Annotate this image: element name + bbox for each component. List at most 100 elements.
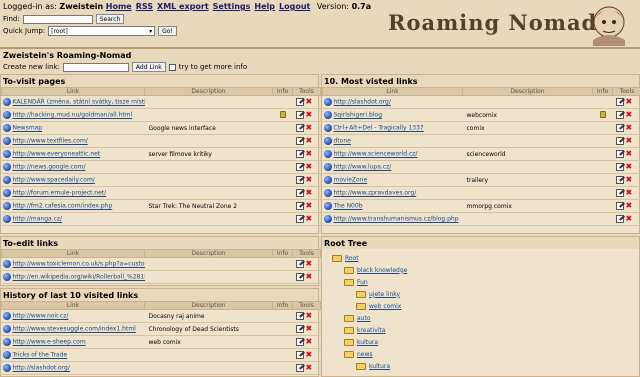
edit-icon[interactable]: [295, 124, 304, 132]
delete-icon[interactable]: ✖: [306, 137, 313, 145]
link-text[interactable]: movieZone: [334, 177, 368, 184]
find-input[interactable]: [22, 14, 93, 24]
edit-icon[interactable]: [295, 325, 304, 333]
edit-icon[interactable]: [295, 215, 304, 223]
edit-icon[interactable]: [615, 215, 624, 223]
delete-icon[interactable]: ✖: [306, 150, 313, 158]
delete-icon[interactable]: ✖: [306, 215, 313, 223]
create-link-input[interactable]: [62, 62, 129, 72]
link-text[interactable]: Ctrl+Alt+Del - Tragically 1337: [334, 125, 424, 132]
tree-node-label[interactable]: auto: [357, 315, 371, 322]
tree-node-label[interactable]: Root: [345, 255, 359, 262]
tree-node-label[interactable]: kreativita: [357, 327, 385, 334]
delete-icon[interactable]: ✖: [306, 111, 313, 119]
link-text[interactable]: http://www.lupa.cz/: [334, 164, 392, 171]
delete-icon[interactable]: ✖: [626, 215, 633, 223]
tree-node-label[interactable]: Fun: [357, 279, 368, 286]
link-text[interactable]: http://slashdot.org/: [334, 99, 391, 106]
delete-icon[interactable]: ✖: [306, 163, 313, 171]
link-text[interactable]: KALENDÁŘ (změna, státní svátky, tisze mí…: [13, 99, 145, 106]
tree-node-label[interactable]: kultura: [369, 363, 390, 370]
delete-icon[interactable]: ✖: [306, 202, 313, 210]
edit-icon[interactable]: [295, 176, 304, 184]
tree-node-label[interactable]: web comix: [369, 303, 401, 310]
delete-icon[interactable]: ✖: [626, 137, 633, 145]
edit-icon[interactable]: [295, 98, 304, 106]
edit-icon[interactable]: [615, 137, 624, 145]
nav-link-logout[interactable]: Logout: [279, 2, 310, 11]
edit-icon[interactable]: [295, 351, 304, 359]
go-button[interactable]: Go!: [158, 26, 177, 36]
link-text[interactable]: http://manga.cz/: [13, 216, 63, 223]
link-text[interactable]: http://www.noir.cz/: [13, 313, 69, 320]
edit-icon[interactable]: [295, 273, 304, 281]
nav-link-xml-export[interactable]: XML export: [157, 2, 209, 11]
edit-icon[interactable]: [615, 111, 624, 119]
delete-icon[interactable]: ✖: [626, 202, 633, 210]
edit-icon[interactable]: [295, 202, 304, 210]
edit-icon[interactable]: [615, 98, 624, 106]
edit-icon[interactable]: [615, 189, 624, 197]
edit-icon[interactable]: [615, 124, 624, 132]
delete-icon[interactable]: ✖: [306, 325, 313, 333]
link-text[interactable]: The N00b: [334, 203, 363, 210]
delete-icon[interactable]: ✖: [306, 189, 313, 197]
delete-icon[interactable]: ✖: [626, 176, 633, 184]
delete-icon[interactable]: ✖: [306, 98, 313, 106]
link-text[interactable]: http://news.google.com/: [13, 164, 86, 171]
tree-node-label[interactable]: news: [357, 351, 373, 358]
link-text[interactable]: http://fm2.cafesia.com/index.php: [13, 203, 113, 210]
edit-icon[interactable]: [295, 111, 304, 119]
link-text[interactable]: http://www.toxiclemon.co.uk/s.php?a=cust…: [13, 261, 145, 268]
link-text[interactable]: http://www.e-sheep.com: [13, 339, 86, 346]
link-text[interactable]: http://www.stevesuggle.com/index1.html: [13, 326, 136, 333]
link-text[interactable]: Tricks of the Trade: [13, 352, 68, 359]
edit-icon[interactable]: [615, 163, 624, 171]
delete-icon[interactable]: ✖: [306, 176, 313, 184]
delete-icon[interactable]: ✖: [306, 338, 313, 346]
edit-icon[interactable]: [615, 202, 624, 210]
edit-icon[interactable]: [295, 150, 304, 158]
edit-icon[interactable]: [295, 189, 304, 197]
link-text[interactable]: dtone: [334, 138, 351, 145]
link-text[interactable]: Sqirlshigeri.blog: [334, 112, 383, 119]
delete-icon[interactable]: ✖: [626, 124, 633, 132]
delete-icon[interactable]: ✖: [306, 312, 313, 320]
link-text[interactable]: http://en.wikipedia.org/wiki/Rollerball_…: [13, 274, 145, 281]
edit-icon[interactable]: [295, 163, 304, 171]
delete-icon[interactable]: ✖: [306, 364, 313, 372]
nav-link-rss[interactable]: RSS: [136, 2, 153, 11]
delete-icon[interactable]: ✖: [626, 163, 633, 171]
edit-icon[interactable]: [295, 338, 304, 346]
delete-icon[interactable]: ✖: [306, 351, 313, 359]
link-text[interactable]: http://hacking.mud.nu/goldman/all.html: [13, 112, 133, 119]
link-text[interactable]: http://www.scienceworld.cz/: [334, 151, 418, 158]
link-text[interactable]: http://slashdot.org/: [13, 365, 70, 372]
link-text[interactable]: http://www.transhumanismus.cz/blog.php: [334, 216, 459, 223]
nav-link-home[interactable]: Home: [106, 2, 132, 11]
edit-icon[interactable]: [295, 260, 304, 268]
edit-icon[interactable]: [615, 150, 624, 158]
link-text[interactable]: Newsmap: [13, 125, 43, 132]
delete-icon[interactable]: ✖: [626, 98, 633, 106]
delete-icon[interactable]: ✖: [626, 189, 633, 197]
nav-link-help[interactable]: Help: [254, 2, 275, 11]
delete-icon[interactable]: ✖: [626, 111, 633, 119]
edit-icon[interactable]: [615, 176, 624, 184]
delete-icon[interactable]: ✖: [306, 273, 313, 281]
link-text[interactable]: http://www.everyoneattic.net: [13, 151, 101, 158]
nav-link-settings[interactable]: Settings: [213, 2, 251, 11]
delete-icon[interactable]: ✖: [626, 150, 633, 158]
quick-jump-select[interactable]: [root] ▾: [48, 26, 156, 36]
link-text[interactable]: http://www.textfiles.com/: [13, 138, 88, 145]
delete-icon[interactable]: ✖: [306, 260, 313, 268]
edit-icon[interactable]: [295, 137, 304, 145]
tree-node-label[interactable]: black knowledge: [357, 267, 407, 274]
search-button[interactable]: Search: [95, 14, 125, 24]
link-text[interactable]: http://www.zpravdaves.org/: [334, 190, 417, 197]
edit-icon[interactable]: [295, 312, 304, 320]
add-link-button[interactable]: Add Link: [131, 62, 166, 72]
more-info-checkbox[interactable]: [168, 63, 176, 71]
tree-node-label[interactable]: ujete linky: [369, 291, 400, 298]
link-text[interactable]: http://forum.emule-project.net/: [13, 190, 107, 197]
